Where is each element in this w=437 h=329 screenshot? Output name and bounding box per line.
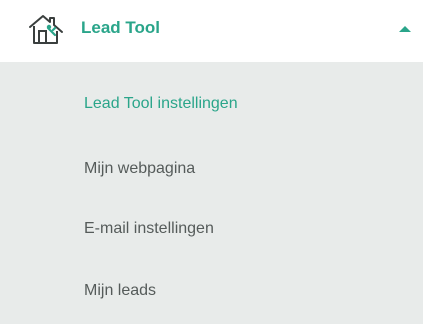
lead-tool-submenu: Lead Tool instellingen Mijn webpagina E-… (0, 62, 423, 324)
submenu-item-mijn-webpagina[interactable]: Mijn webpagina (84, 159, 195, 179)
lead-tool-menu: Lead Tool Lead Tool instellingen Mijn we… (0, 0, 437, 329)
caret-up-icon[interactable] (399, 26, 411, 32)
lead-tool-menu-header[interactable]: Lead Tool (0, 0, 437, 62)
menu-header-title: Lead Tool (81, 18, 161, 37)
house-icon (28, 12, 64, 46)
submenu-item-mijn-leads[interactable]: Mijn leads (84, 281, 156, 301)
submenu-item-email-instellingen[interactable]: E-mail instellingen (84, 219, 214, 239)
submenu-item-lead-tool-instellingen[interactable]: Lead Tool instellingen (84, 94, 238, 114)
